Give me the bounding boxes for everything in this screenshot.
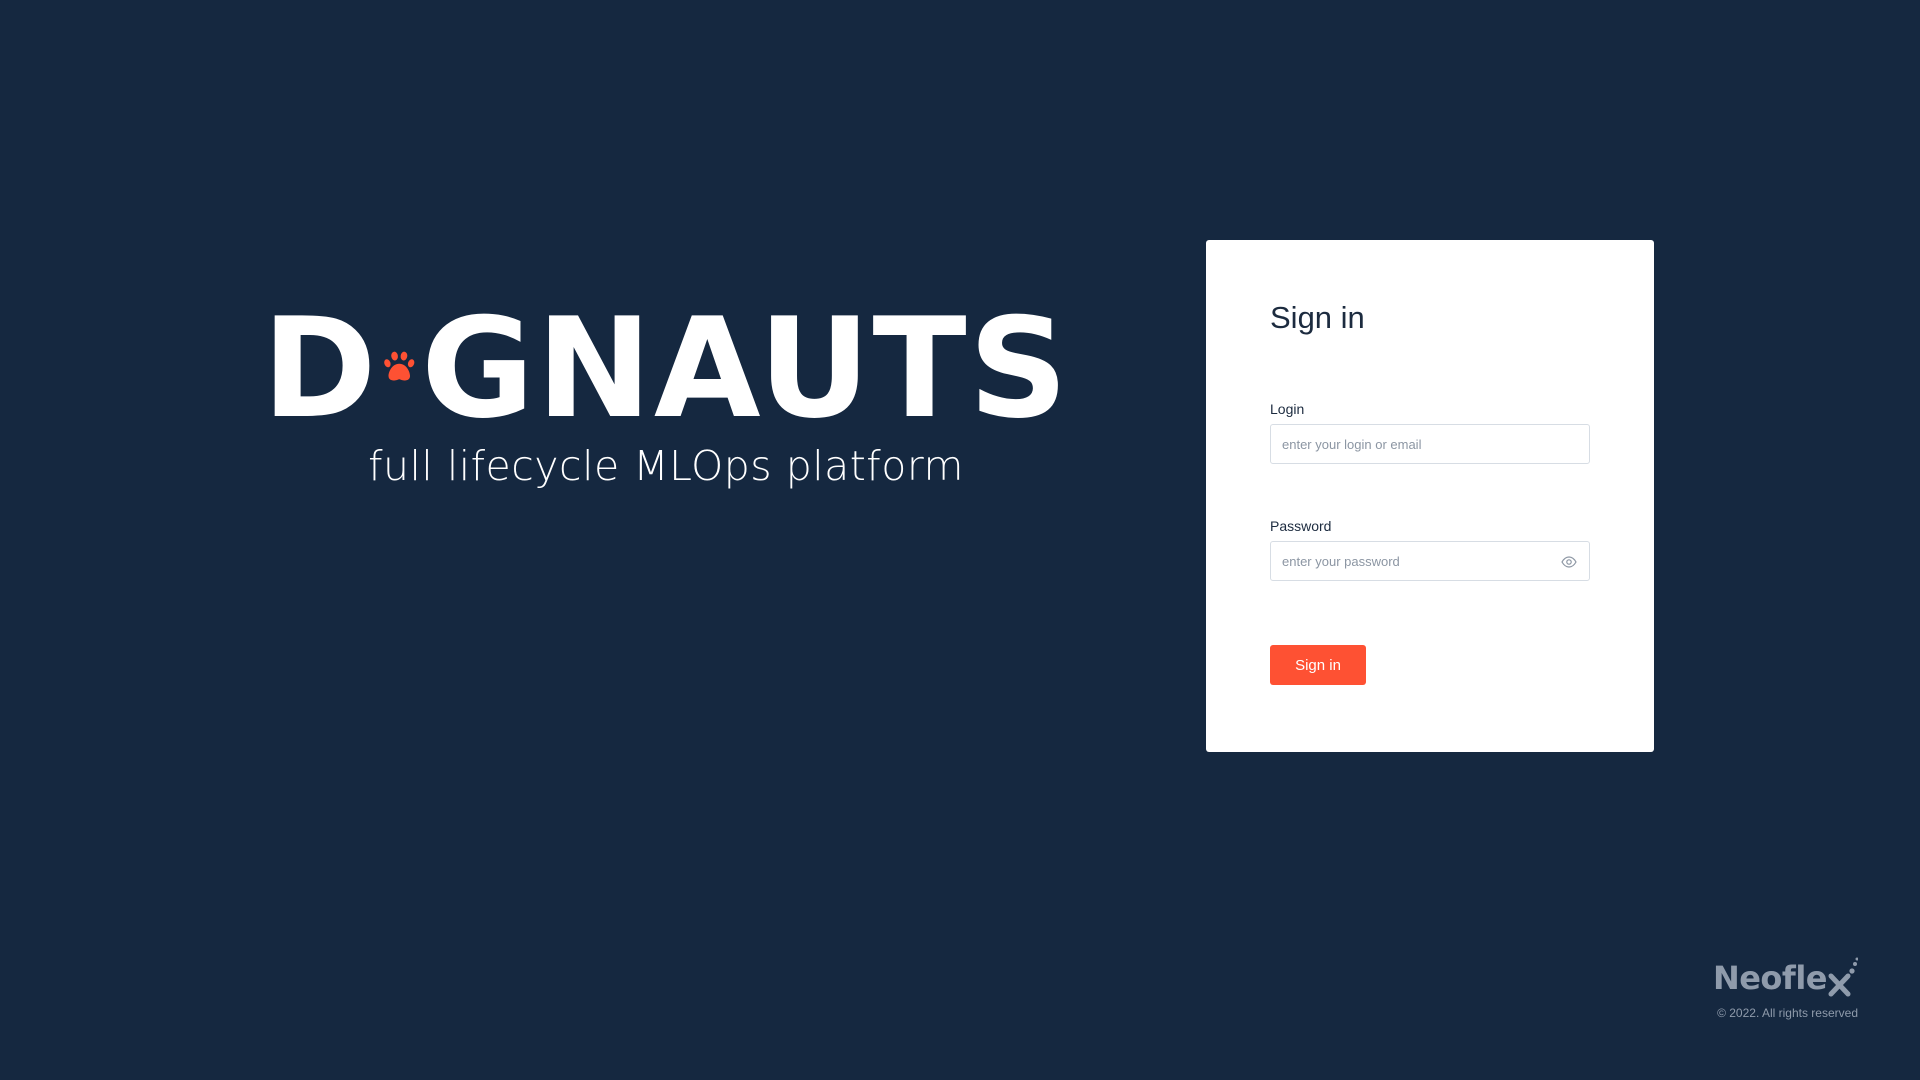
password-field: Password	[1270, 518, 1590, 581]
password-label: Password	[1270, 518, 1332, 534]
footer: Neofle © 2022. All rights reserved	[1713, 956, 1858, 1020]
password-input-wrapper	[1270, 541, 1590, 581]
login-input[interactable]	[1271, 425, 1589, 463]
tagline: full lifecycle MLOps platform	[368, 442, 964, 490]
login-input-wrapper	[1270, 424, 1590, 464]
logo-prefix: D	[262, 288, 379, 449]
signin-title: Sign in	[1270, 300, 1365, 335]
login-field: Login	[1270, 401, 1590, 464]
dognauts-logo: D GNAUTS	[262, 288, 1070, 449]
paw-icon	[383, 351, 414, 381]
password-input[interactable]	[1271, 542, 1589, 580]
signin-button[interactable]: Sign in	[1270, 645, 1366, 685]
login-page: D GNAUTS full lifecycle MLOps platform S…	[0, 0, 1920, 1080]
brand-block: D GNAUTS full lifecycle MLOps platform	[262, 288, 1070, 491]
logo-suffix: GNAUTS	[421, 288, 1070, 449]
neoflex-logo: Neofle	[1713, 956, 1858, 1000]
eye-icon[interactable]	[1561, 554, 1577, 570]
login-label: Login	[1270, 401, 1305, 417]
neoflex-logo-text: Neofle	[1712, 959, 1828, 997]
copyright-text: © 2022. All rights reserved	[1717, 1006, 1858, 1020]
signin-card: Sign in Login Password Sign in	[1206, 240, 1654, 752]
neoflex-x-icon	[1828, 957, 1858, 997]
